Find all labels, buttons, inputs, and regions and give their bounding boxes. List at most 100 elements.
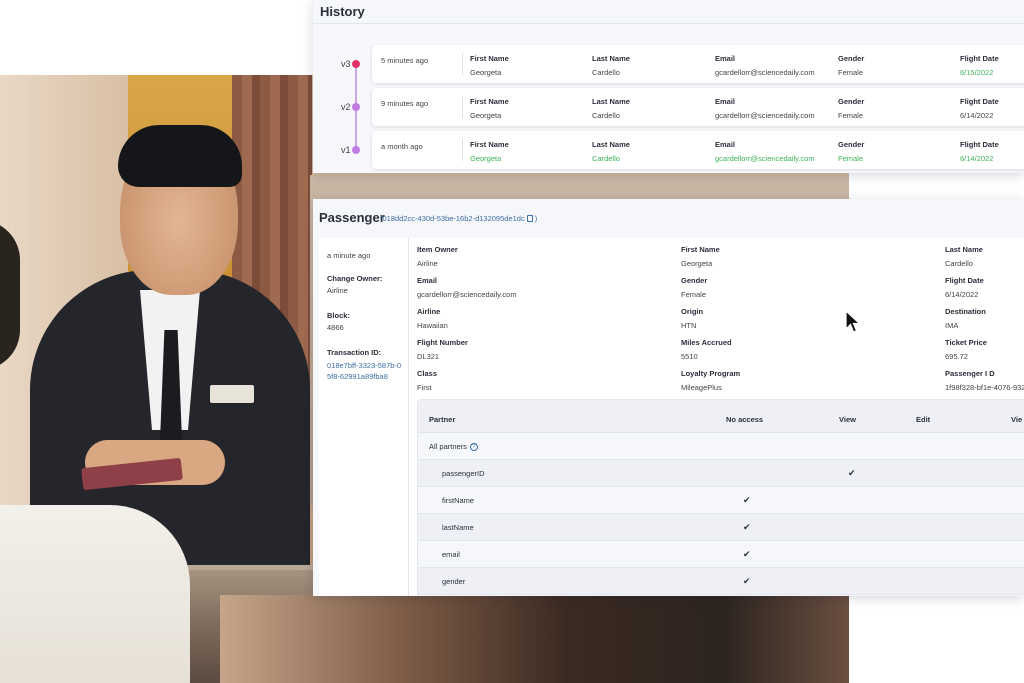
passenger-field: First Name Georgeta (681, 245, 720, 268)
permission-row[interactable]: gender ✔ (418, 568, 1024, 595)
passenger-id-value: (018dd2cc-430d-53be-16b2-d132095de1dc (380, 214, 525, 223)
field-value: Female (838, 154, 864, 163)
header-no-access: No access (726, 415, 764, 424)
field-value: Georgeta (470, 68, 502, 77)
history-version-card[interactable]: 9 minutes ago First Name Georgeta Last Name… (372, 88, 1024, 126)
checkmark-icon[interactable]: ✔ (743, 495, 751, 506)
permission-row[interactable]: email ✔ (418, 541, 1024, 568)
field-value: Airline (417, 259, 438, 268)
version-dot (352, 103, 360, 111)
info-icon[interactable]: ? (469, 443, 478, 451)
field-value: 1f98f328-bf1e-4076-932 (945, 383, 1024, 392)
permission-row[interactable]: passengerID ✔ (418, 460, 1024, 487)
history-version-card[interactable]: 5 minutes ago First Name Georgeta Last Name… (372, 45, 1024, 83)
photo-clerk-hair (118, 125, 242, 187)
field-value: 695.72 (945, 352, 968, 361)
passenger-title: Passenger (319, 210, 385, 225)
passenger-field: Flight Number DL321 (417, 338, 468, 361)
passenger-id-close: ) (534, 214, 538, 223)
field-label: Gender (838, 54, 865, 63)
version-label: v3 (341, 59, 351, 69)
field-value: gcardellorr@sciencedaily.com (715, 154, 815, 163)
field-value: Female (838, 68, 864, 77)
version-label: v1 (341, 145, 351, 155)
field-label: Email (715, 54, 736, 63)
sidebar-timestamp: a minute ago (327, 248, 370, 260)
field-label: Last Name (945, 245, 983, 254)
header-edit: Edit (916, 415, 931, 424)
version-timestamp: a month ago (381, 142, 423, 151)
passenger-field: Class First (417, 369, 437, 392)
checkmark-icon[interactable]: ✔ (743, 522, 751, 533)
field-label: Ticket Price (945, 338, 987, 347)
field-value: Cardello (592, 111, 620, 120)
history-version-card[interactable]: a month ago First Name Georgeta Last Name Ca… (372, 131, 1024, 169)
change-owner-value: Airline (327, 286, 348, 295)
sidebar-block: Block: 4866 (327, 311, 350, 332)
field-value: gcardellorr@sciencedaily.com (417, 290, 517, 299)
all-partners-label: All partners? (429, 442, 478, 451)
permission-field-name: lastName (442, 523, 474, 532)
field-label: First Name (470, 140, 509, 149)
block-label: Block: (327, 311, 350, 320)
transaction-label: Transaction ID: (327, 348, 382, 357)
permission-field-name: passengerID (442, 469, 485, 478)
field-label: Gender (838, 97, 865, 106)
divider (313, 23, 1024, 24)
version-timestamp: 9 minutes ago (381, 99, 429, 108)
passenger-field: Item Owner Airline (417, 245, 458, 268)
copy-icon[interactable] (526, 215, 533, 222)
field-label: Last Name (592, 140, 630, 149)
field-label: Flight Date (945, 276, 984, 285)
passenger-field: Loyalty Program MileagePlus (681, 369, 740, 392)
passenger-field: Passenger I D 1f98f328-bf1e-4076-932 (945, 369, 1024, 392)
field-label: Passenger I D (945, 369, 995, 378)
passenger-field: Miles Accrued 5510 (681, 338, 732, 361)
transaction-id-link[interactable]: 018e7bff-3323-587b-05f8-62991a89fba8 (327, 360, 405, 382)
field-label: Origin (681, 307, 704, 316)
field-value: 6/14/2022 (945, 290, 979, 299)
passenger-field: Last Name Cardello (945, 245, 983, 268)
field-label: First Name (470, 97, 509, 106)
field-label: Flight Date (960, 97, 999, 106)
checkmark-icon[interactable]: ✔ (848, 468, 856, 479)
permission-row[interactable]: lastName ✔ (418, 514, 1024, 541)
version-dot (352, 146, 360, 154)
field-value: gcardellorr@sciencedaily.com (715, 111, 815, 120)
header-view: View (839, 415, 856, 424)
checkmark-icon[interactable]: ✔ (743, 549, 751, 560)
permission-row[interactable]: firstName ✔ (418, 487, 1024, 514)
photo-guest-shoulder (0, 505, 190, 683)
history-field: Last Name Cardello (592, 97, 630, 120)
history-field: Last Name Cardello (592, 140, 630, 163)
field-label: Gender (838, 140, 865, 149)
version-dot (352, 60, 360, 68)
screen: History v3 5 minutes ago First Name Georget… (0, 0, 1024, 683)
divider (462, 139, 463, 161)
field-label: Miles Accrued (681, 338, 732, 347)
passenger-field: Gender Female (681, 276, 707, 299)
sidebar-transaction: Transaction ID: 018e7bff-3323-587b-05f8-… (327, 348, 405, 382)
all-partners-row[interactable]: All partners? (418, 433, 1024, 460)
field-value: IMA (945, 321, 959, 330)
history-field: Gender Female (838, 97, 864, 120)
history-title: History (320, 4, 365, 19)
photo-name-tag (210, 385, 254, 403)
passenger-field: Airline Hawaiian (417, 307, 448, 330)
field-value: Cardello (945, 259, 973, 268)
all-partners-text: All partners (429, 442, 467, 451)
field-value: 6/14/2022 (960, 111, 994, 120)
field-value: Female (838, 111, 864, 120)
passenger-panel: Passenger (018dd2cc-430d-53be-16b2-d1320… (313, 199, 1024, 596)
passenger-field: Origin HTN (681, 307, 703, 330)
history-field: Flight Date 6/14/2022 (960, 97, 999, 120)
sidebar-ago: a minute ago (327, 251, 371, 260)
passenger-field: Destination IMA (945, 307, 986, 330)
field-value: 6/15/2022 (960, 68, 994, 77)
permission-field-name: firstName (442, 496, 475, 505)
history-field: First Name Georgeta (470, 54, 509, 77)
checkmark-icon[interactable]: ✔ (743, 576, 751, 587)
version-timestamp: 5 minutes ago (381, 56, 429, 65)
field-value: 5510 (681, 352, 698, 361)
history-field: Flight Date 6/14/2022 (960, 140, 999, 163)
